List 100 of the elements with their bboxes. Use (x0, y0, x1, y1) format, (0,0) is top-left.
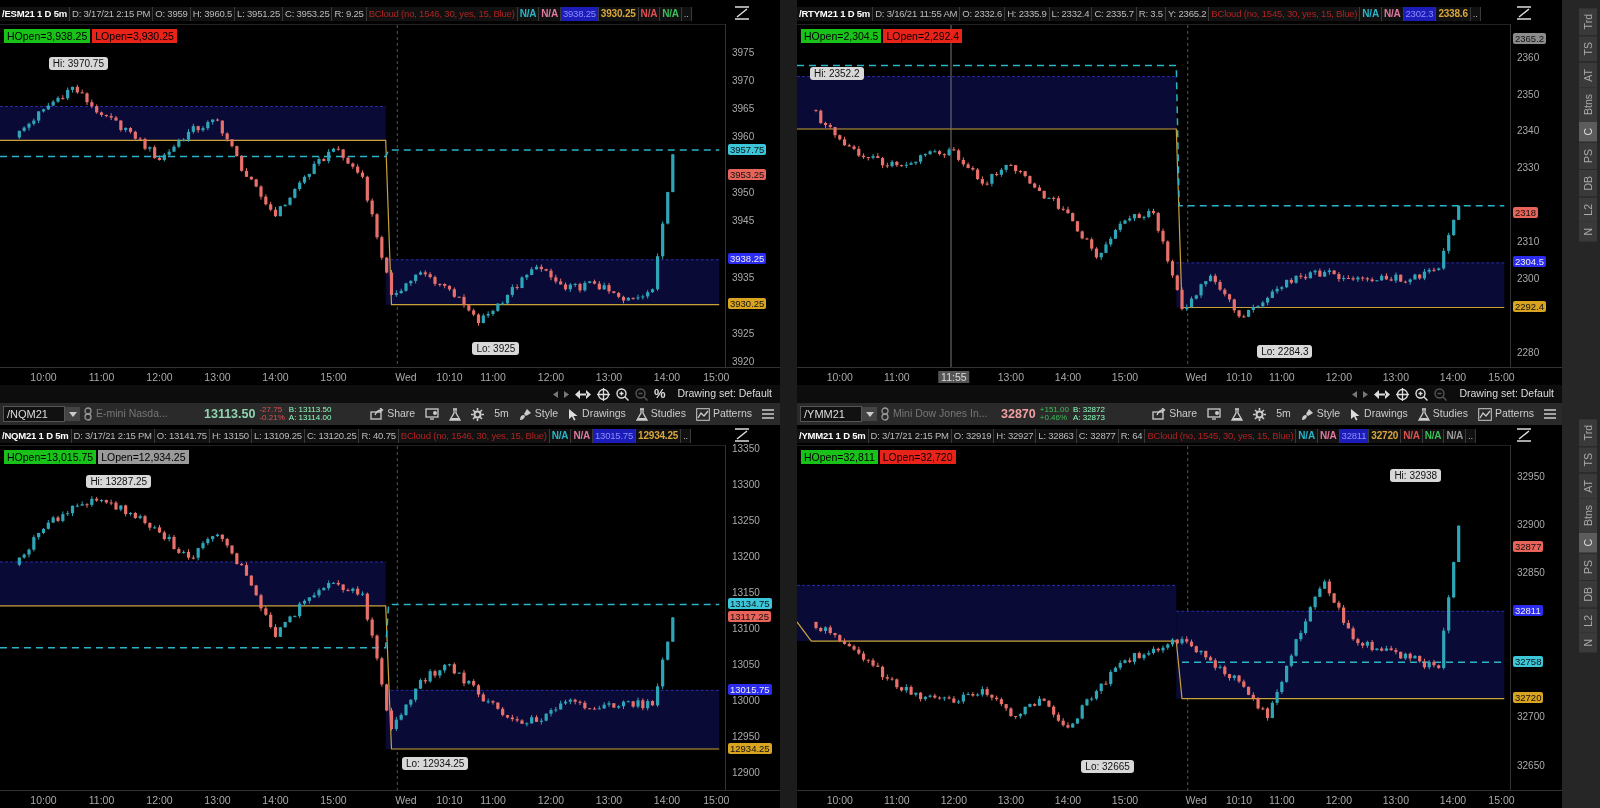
symbol-title: /NQM21 1 D 5m (0, 429, 72, 443)
header-field: R: 9.25 (332, 7, 367, 21)
price-tag: 2318 (1513, 206, 1539, 218)
side-tab[interactable]: C (1579, 122, 1597, 144)
header-field: R: 40.75 (359, 429, 399, 443)
price-tag: 32720 (1513, 692, 1544, 704)
price-axis-label: 13250 (732, 515, 760, 527)
open-badge: HOpen=2,304.5 (801, 29, 882, 43)
time-axis-label: 15:00 (320, 794, 347, 806)
symbol-title: /RTYM21 1 D 5m (797, 7, 874, 21)
drawings-button[interactable]: Drawings (565, 404, 629, 424)
side-tab[interactable]: TS (1579, 36, 1597, 63)
ask-price: A: 32873 (1072, 414, 1105, 422)
time-axis-label: 11:00 (1269, 371, 1295, 383)
more-button[interactable]: .. (681, 7, 692, 21)
price-axis-label: 2300 (1517, 272, 1540, 284)
interval-button[interactable]: 5m (1273, 404, 1294, 424)
side-tab[interactable]: AT (1579, 62, 1597, 89)
time-axis-label: 13:00 (204, 794, 231, 806)
price-axis-label: 3945 (732, 215, 755, 227)
side-tab[interactable]: Btns (1579, 499, 1597, 534)
study-label: BCloud (no, 1545, 30, yes, 15, Blue) (1145, 429, 1297, 443)
price-axis-label: 32950 (1517, 471, 1545, 483)
header-field: L: 2332.4 (1049, 7, 1093, 21)
header-field: D: 3/16/21 11:55 AM (873, 7, 961, 21)
header-field: Y: 2365.2 (1165, 7, 1210, 21)
price-axis-label: 2340 (1517, 125, 1540, 137)
header-field: C: 13120.25 (304, 429, 360, 443)
header-field: D: 3/17/21 2:15 PM (71, 429, 155, 443)
indicator-value: N/A (1317, 429, 1340, 443)
price-callout: Hi: 2352.2 (809, 66, 864, 80)
time-axis-label: 14:00 (653, 371, 681, 383)
time-axis-label: 10:00 (826, 794, 853, 806)
patterns-button[interactable]: Patterns (692, 404, 755, 424)
side-tab[interactable]: N (1579, 633, 1597, 654)
more-button[interactable]: .. (1470, 7, 1481, 21)
price-tag: 3938.25 (728, 253, 767, 265)
price-axis-label: 13150 (732, 587, 760, 599)
side-tab[interactable]: Btns (1579, 88, 1597, 123)
time-axis-label: 11:00 (1269, 794, 1295, 806)
ask-price: A: 13114.00 (288, 414, 332, 422)
style-button[interactable]: Style (515, 404, 562, 424)
price-axis-label: 3970 (732, 74, 755, 86)
time-axis-label: 10:10 (436, 371, 463, 383)
style-button[interactable]: Style (1297, 404, 1344, 424)
more-button[interactable]: .. (681, 429, 692, 443)
more-button[interactable]: .. (1466, 429, 1476, 443)
percent-button[interactable]: % (653, 387, 666, 401)
indicator-value: N/A (660, 7, 682, 21)
price-tag: 3930.25 (728, 298, 767, 310)
symbol-field[interactable]: /YMM21 (800, 406, 862, 422)
bid-price: B: 32872 (1072, 406, 1105, 414)
time-axis-label: 12:00 (1325, 794, 1352, 806)
share-button[interactable]: Share (1149, 404, 1201, 424)
time-axis-label: 14:00 (1054, 371, 1082, 383)
side-tab[interactable]: TS (1579, 447, 1597, 474)
price-tag: 12934.25 (728, 742, 772, 754)
studies-button[interactable]: Studies (1414, 404, 1471, 424)
price-axis-label: 3920 (732, 355, 755, 367)
open-badge: LOpen=32,720 (879, 450, 956, 464)
price-tag: 13134.75 (728, 598, 772, 610)
side-tab[interactable]: C (1579, 533, 1597, 555)
patterns-button[interactable]: Patterns (1474, 404, 1537, 424)
price-axis-label: 3965 (732, 102, 755, 114)
symbol-field[interactable]: /NQM21 (3, 406, 65, 422)
indicator-chip: 2302.3 (1403, 7, 1437, 21)
drawings-button[interactable]: Drawings (1347, 404, 1411, 424)
price-axis-label: 2310 (1517, 236, 1540, 248)
side-tab[interactable]: PS (1579, 143, 1597, 171)
time-axis-label: 14:00 (1439, 794, 1467, 806)
price-axis-label: 3925 (732, 327, 755, 339)
side-tab[interactable]: Trd (1579, 8, 1597, 37)
interval-button[interactable]: 5m (491, 404, 512, 424)
share-button[interactable]: Share (367, 404, 419, 424)
study-label: BCloud (no, 1545, 30, yes, 15, Blue) (1209, 7, 1361, 21)
side-tab[interactable]: DB (1579, 581, 1597, 609)
side-tab[interactable]: N (1579, 222, 1597, 243)
side-tab[interactable]: DB (1579, 170, 1597, 198)
price-callout: Lo: 2284.3 (1257, 345, 1313, 359)
price-axis-label: 13350 (732, 443, 760, 455)
side-tab[interactable]: Trd (1579, 419, 1597, 448)
header-field: H: 13150 (209, 429, 252, 443)
price-axis-label: 13300 (732, 479, 760, 491)
drawing-set-label[interactable]: Drawing set: Default (1459, 386, 1554, 402)
side-tab[interactable]: PS (1579, 554, 1597, 582)
side-tab[interactable]: AT (1579, 473, 1597, 500)
time-axis-label: 11:00 (88, 794, 115, 806)
studies-button[interactable]: Studies (632, 404, 689, 424)
study-label: BCloud (no, 1546, 30, yes, 15, Blue) (398, 429, 550, 443)
price-tag: 2292.4 (1513, 301, 1547, 312)
bid-price: B: 13113.50 (288, 406, 332, 414)
side-tab[interactable]: L2 (1579, 608, 1597, 634)
side-tab[interactable]: L2 (1579, 197, 1597, 223)
symbol-title: /YMM21 1 D 5m (797, 429, 869, 443)
header-field: C: 3953.25 (283, 7, 333, 21)
drawing-set-label[interactable]: Drawing set: Default (677, 386, 772, 402)
price-tag: 3957.75 (728, 143, 767, 155)
price-callout: Lo: 12934.25 (402, 757, 469, 771)
time-axis-label: Wed (395, 794, 417, 806)
header-field: R: 3.5 (1136, 7, 1166, 21)
